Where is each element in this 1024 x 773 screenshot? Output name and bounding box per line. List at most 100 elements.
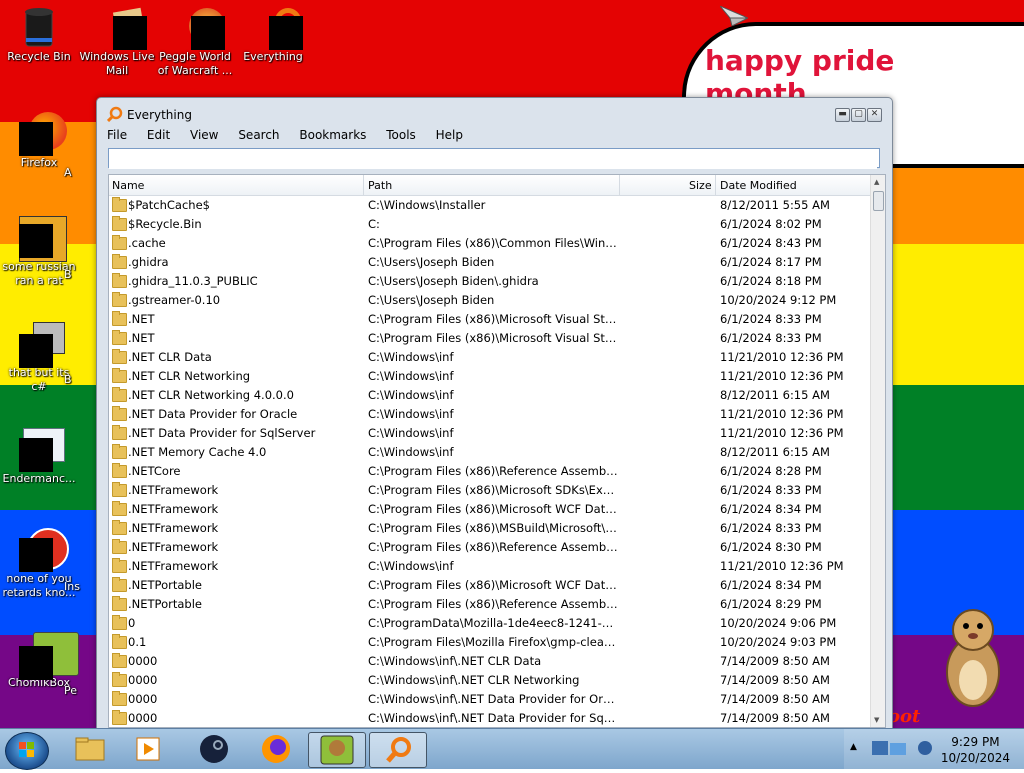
start-button[interactable] [5,732,49,770]
menu-view[interactable]: View [188,128,220,142]
scroll-thumb[interactable] [873,191,884,211]
row-date: 7/14/2009 8:50 AM [720,692,830,706]
column-separator[interactable] [619,175,620,195]
table-row[interactable]: .NETFramework C:\Program Files (x86)\Micr… [109,500,871,519]
row-name: .ghidra_11.0.3_PUBLIC [128,274,258,288]
row-date: 6/1/2024 8:43 PM [720,236,822,250]
desktop-icon-firefox[interactable]: Firefox [0,112,78,170]
table-row[interactable]: .NETFramework C:\Windows\inf 11/21/2010 12… [109,557,871,576]
taskbar-everything-button[interactable] [369,732,427,768]
network-icon[interactable] [916,739,934,757]
table-row[interactable]: .NET C:\Program Files (x86)\Microsoft Vis… [109,329,871,348]
action-center-icon[interactable] [868,737,912,761]
row-date: 8/12/2011 6:15 AM [720,388,830,402]
row-name: 0 [128,616,136,630]
row-path: C:\Users\Joseph Biden\.ghidra [368,274,539,288]
show-hidden-icons-icon[interactable]: ▲ [850,742,857,752]
table-row[interactable]: .NET CLR Networking C:\Windows\inf 11/21/2… [109,367,871,386]
table-row[interactable]: .NETFramework C:\Program Files (x86)\Micr… [109,481,871,500]
desktop-icon-endermanc[interactable]: Endermanc... [0,428,78,486]
desktop-icon-label: Endermanc... [2,472,76,485]
row-path: C:\Program Files (x86)\Microsoft WCF Dat… [368,578,618,592]
column-separator[interactable] [715,175,716,195]
desktop-icon-chomikbox[interactable]: ChomikBox [0,632,79,690]
table-row[interactable]: .NET Memory Cache 4.0 C:\Windows\inf 8/12/… [109,443,871,462]
desktop-icon-recycle-bin[interactable]: Recycle Bin [0,6,78,64]
desktop-icon-label: Everything [243,50,303,63]
table-row[interactable]: .NET Data Provider for SqlServer C:\Windo… [109,424,871,443]
row-path: C:\Users\Joseph Biden [368,293,495,307]
scroll-up-icon[interactable]: ▲ [874,178,879,186]
column-separator[interactable] [363,175,364,195]
taskbar: ▲ 9:29 PM 10/20/2024 [0,728,1024,770]
table-row[interactable]: 0000 C:\Windows\inf\.NET CLR Data 7/14/200… [109,652,871,671]
table-row[interactable]: 0.1 C:\Program Files\Mozilla Firefox\gmp-… [109,633,871,652]
table-row[interactable]: .NETPortable C:\Program Files (x86)\Refer… [109,595,871,614]
taskbar-chomikbox-button[interactable] [308,732,366,768]
vertical-scrollbar[interactable]: ▲ ▼ [870,175,885,727]
row-name: .NET Data Provider for SqlServer [128,426,316,440]
partial-desktop-label: Pe [64,684,78,697]
desktop-icon-label: Windows Live Mail [79,50,155,77]
table-row[interactable]: .cache C:\Program Files (x86)\Common File… [109,234,871,253]
table-row[interactable]: 0000 C:\Windows\inf\.NET CLR Networking 7/… [109,671,871,690]
row-path: C:\Users\Joseph Biden [368,255,495,269]
hamster-sticker [946,609,1000,707]
scroll-down-icon[interactable]: ▼ [874,716,879,724]
title-bar[interactable]: Everything ▬ ▢ ✕ [97,98,892,128]
taskbar-firefox-button[interactable] [248,732,304,766]
row-date: 6/1/2024 8:34 PM [720,578,822,592]
row-name: .gstreamer-0.10 [128,293,221,307]
maximize-button[interactable]: ▢ [851,108,866,122]
taskbar-media-player-button[interactable] [121,732,177,766]
menu-file[interactable]: File [105,128,129,142]
row-name: 0000 [128,654,158,668]
menu-tools[interactable]: Tools [384,128,418,142]
column-date-modified[interactable]: Date Modified [720,179,797,192]
table-row[interactable]: $PatchCache$ C:\Windows\Installer 8/12/201… [109,196,871,215]
column-name[interactable]: Name [112,179,144,192]
desktop-icon-everything[interactable]: Everything [234,6,312,64]
table-row[interactable]: 0000 C:\Windows\inf\.NET Data Provider fo… [109,690,871,709]
row-name: .NETFramework [128,483,219,497]
results-list[interactable]: Name Path Size Date Modified $PatchCache… [108,174,886,728]
table-row[interactable]: .NET CLR Networking 4.0.0.0 C:\Windows\in… [109,386,871,405]
desktop-icon-peggle[interactable]: Peggle World of Warcraft ... [156,6,234,78]
folder-icon [112,558,127,573]
row-date: 6/1/2024 8:33 PM [720,312,822,326]
taskbar-steam-button[interactable] [186,732,242,766]
table-row[interactable]: .ghidra C:\Users\Joseph Biden 6/1/2024 8:1… [109,253,871,272]
table-row[interactable]: .NETFramework C:\Program Files (x86)\Refe… [109,538,871,557]
table-row[interactable]: .ghidra_11.0.3_PUBLIC C:\Users\Joseph Bid… [109,272,871,291]
row-name: .NET Memory Cache 4.0 [128,445,267,459]
table-row[interactable]: .NETCore C:\Program Files (x86)\Reference… [109,462,871,481]
table-row[interactable]: .NET Data Provider for Oracle C:\Windows\… [109,405,871,424]
search-input[interactable] [109,151,877,169]
row-date: 6/1/2024 8:33 PM [720,483,822,497]
table-row[interactable]: .gstreamer-0.10 C:\Users\Joseph Biden 10/2… [109,291,871,310]
minimize-button[interactable]: ▬ [835,108,850,122]
column-size[interactable]: Size [689,179,712,192]
desktop-icon-windows-live-mail[interactable]: Windows Live Mail [78,6,156,78]
menu-edit[interactable]: Edit [145,128,172,142]
taskbar-explorer-button[interactable] [62,732,118,766]
close-button[interactable]: ✕ [867,108,882,122]
table-row[interactable]: .NET CLR Data C:\Windows\inf 11/21/2010 12… [109,348,871,367]
chomikbox-icon [320,735,354,765]
table-row[interactable]: .NETFramework C:\Program Files (x86)\MSBu… [109,519,871,538]
folder-icon [112,197,127,212]
menu-bookmarks[interactable]: Bookmarks [297,128,368,142]
column-path[interactable]: Path [368,179,392,192]
menu-help[interactable]: Help [434,128,465,142]
table-row[interactable]: .NETPortable C:\Program Files (x86)\Micro… [109,576,871,595]
table-row[interactable]: 0 C:\ProgramData\Mozilla-1de4eec8-1241-41… [109,614,871,633]
row-path: C:\Program Files (x86)\Microsoft Visual … [368,331,618,345]
table-row[interactable]: $Recycle.Bin C: 6/1/2024 8:02 PM [109,215,871,234]
menu-search[interactable]: Search [236,128,281,142]
table-row[interactable]: 0000 C:\Windows\inf\.NET Data Provider fo… [109,709,871,727]
table-row[interactable]: .NET C:\Program Files (x86)\Microsoft Vis… [109,310,871,329]
desktop-icon-label: Peggle World of Warcraft ... [157,50,233,77]
folder-icon [112,292,127,307]
clock[interactable]: 9:29 PM 10/20/2024 [941,734,1010,766]
row-name: .NETCore [128,464,181,478]
